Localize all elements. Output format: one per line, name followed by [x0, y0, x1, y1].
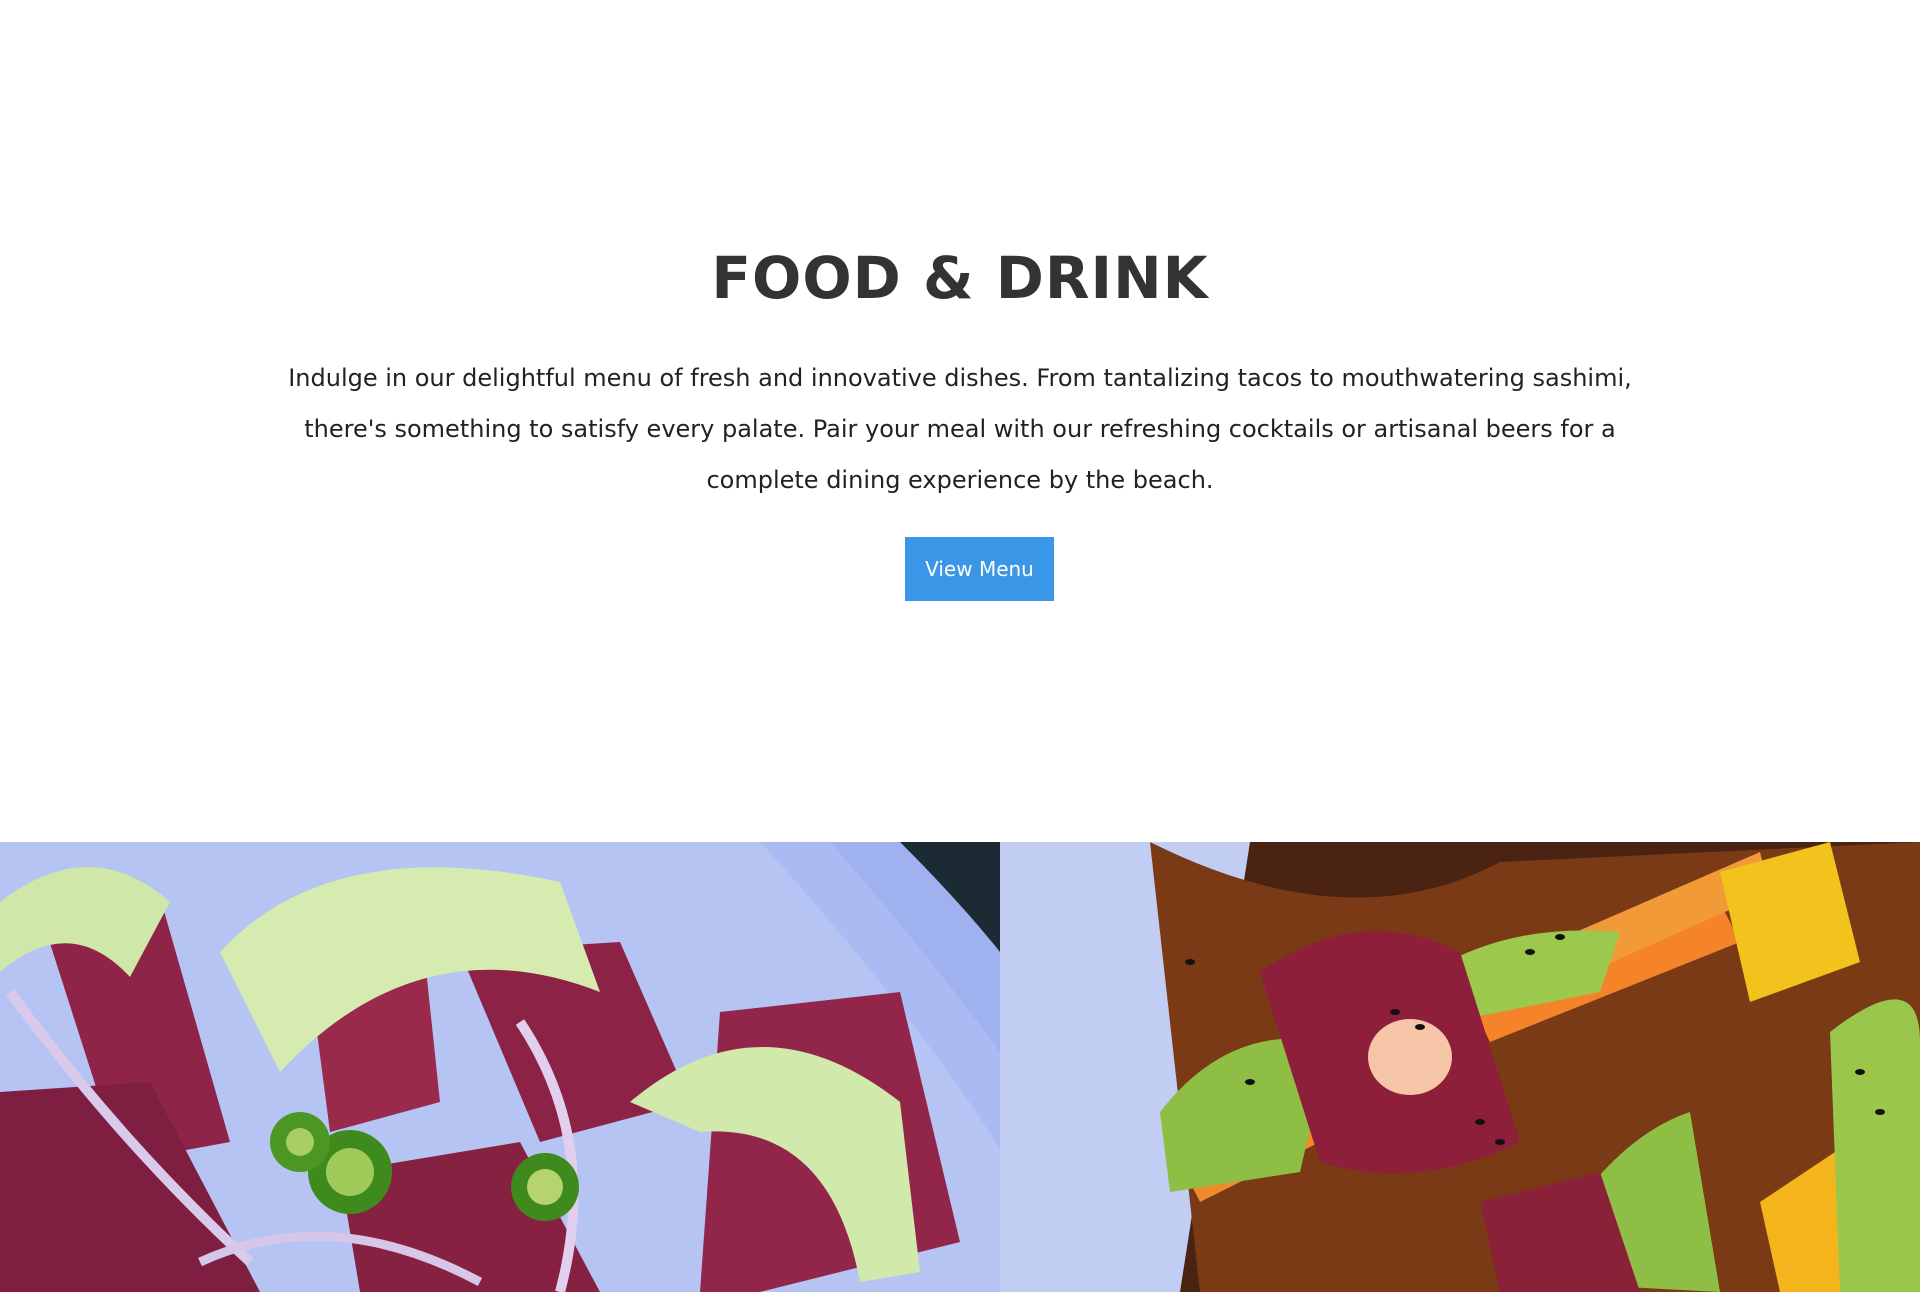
food-gallery	[0, 842, 1920, 1292]
food-photo	[0, 842, 1920, 1292]
view-menu-button[interactable]: View Menu	[905, 537, 1054, 601]
section-description: Indulge in our delightful menu of fresh …	[288, 364, 1632, 494]
section-title: FOOD & DRINK	[711, 244, 1209, 312]
food-drink-section: FOOD & DRINK Indulge in our delightful m…	[0, 0, 1920, 842]
